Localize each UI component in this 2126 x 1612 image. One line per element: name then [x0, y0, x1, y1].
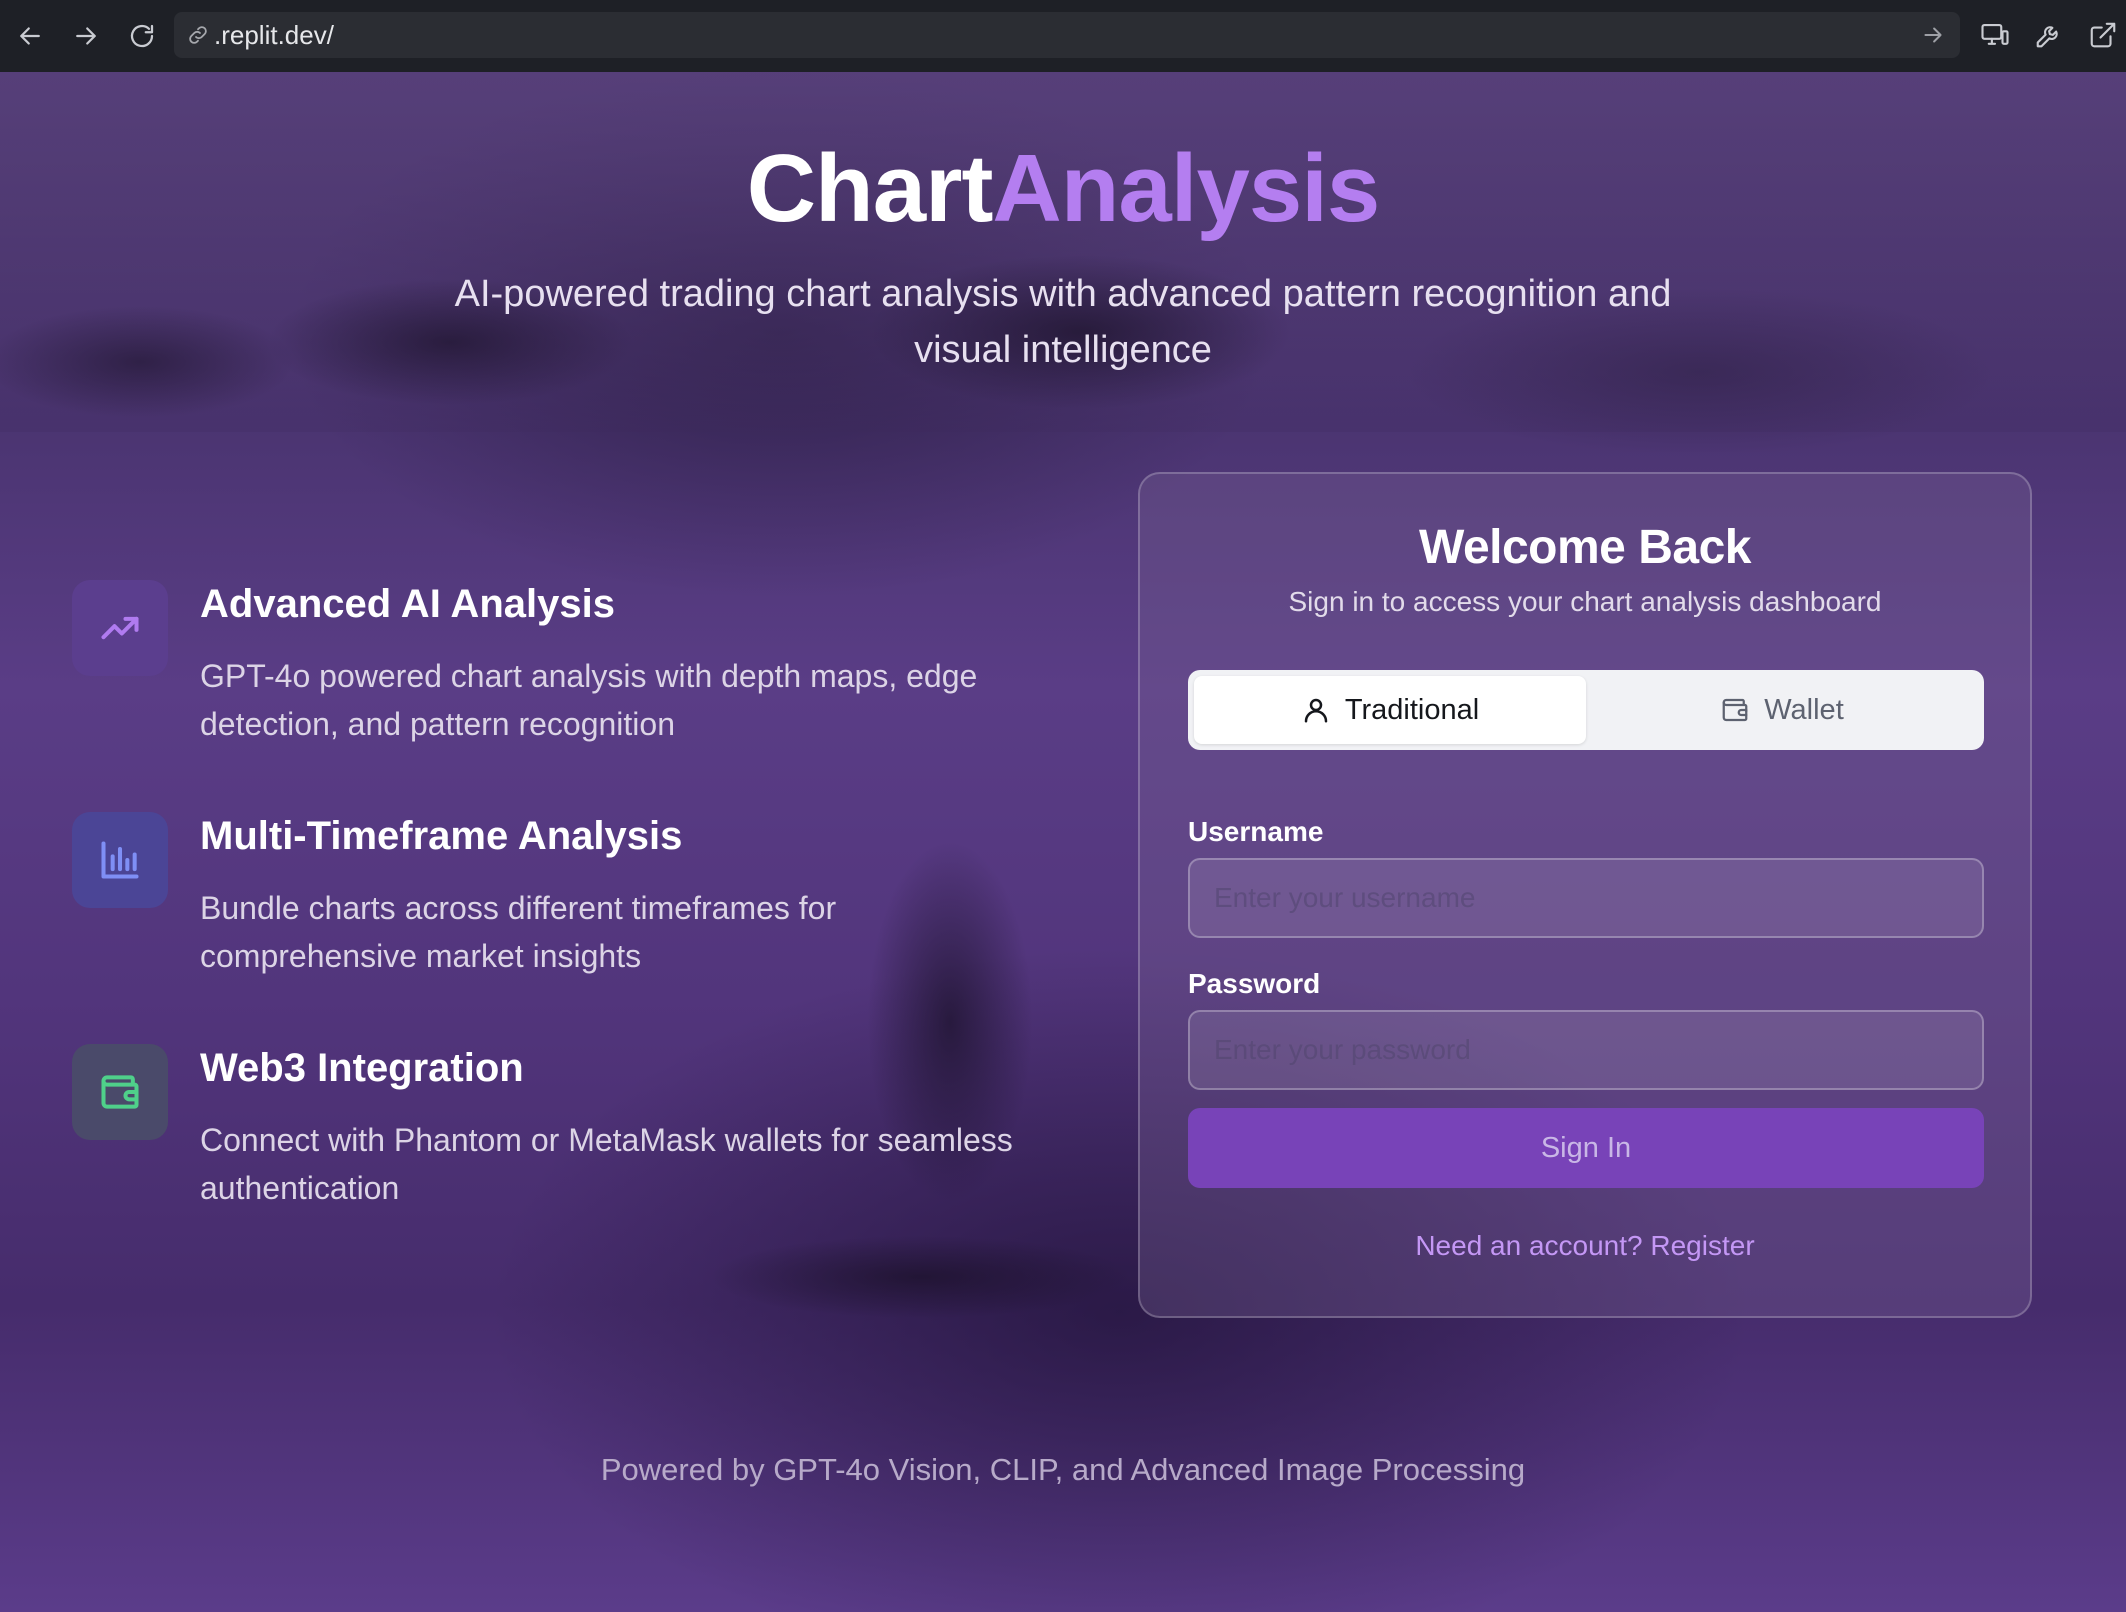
forward-button[interactable] [58, 8, 114, 64]
back-button[interactable] [2, 8, 58, 64]
tab-wallet[interactable]: Wallet [1586, 676, 1978, 744]
background-boat [640, 1222, 1200, 1332]
page-background: ChartAnalysis AI-powered trading chart a… [0, 72, 2126, 1612]
reload-button[interactable] [114, 8, 170, 64]
external-link-icon [2090, 22, 2116, 48]
wrench-icon [2036, 26, 2058, 48]
reload-icon [130, 24, 154, 48]
username-input[interactable] [1188, 858, 1984, 938]
arrow-left-icon [20, 27, 40, 45]
page-title: ChartAnalysis [0, 134, 2126, 244]
monitor-icon [1981, 23, 2009, 45]
trending-up-icon [101, 616, 139, 640]
footer-text: Powered by GPT-4o Vision, CLIP, and Adva… [600, 1452, 1526, 1487]
username-label: Username [1188, 816, 1324, 847]
login-card: Welcome Back Sign in to access your char… [1138, 472, 2032, 1318]
feature-icon-box [72, 812, 168, 908]
tab-label: Wallet [1764, 693, 1844, 726]
login-subtitle: Sign in to access your chart analysis da… [1288, 586, 1882, 617]
feature-title: Advanced AI Analysis [200, 582, 615, 626]
feature-title: Multi-Timeframe Analysis [200, 814, 683, 858]
register-link[interactable]: Need an account? Register [1140, 1230, 2030, 1262]
password-label: Password [1188, 968, 1321, 999]
open-new-tab-button[interactable] [2080, 12, 2126, 58]
devtools-button[interactable] [2026, 12, 2072, 58]
address-bar[interactable]: .replit.dev/ [174, 12, 1960, 58]
feature-description: Connect with Phantom or MetaMask wallets… [200, 1122, 1013, 1206]
browser-toolbar: .replit.dev/ [0, 0, 2126, 72]
wallet-icon [1722, 698, 1748, 722]
login-title: Welcome Back [1419, 521, 1751, 574]
feature-icon-box [72, 580, 168, 676]
tab-traditional[interactable]: Traditional [1194, 676, 1586, 744]
feature-description: GPT-4o powered chart analysis with depth… [200, 658, 978, 742]
browser-tools [1972, 12, 2126, 58]
arrow-right-icon [76, 27, 96, 45]
password-input[interactable] [1188, 1010, 1984, 1090]
tab-label: Traditional [1344, 693, 1480, 726]
login-method-tabs: Traditional Wallet [1188, 670, 1984, 750]
title-part-chart: Chart [746, 135, 994, 242]
user-icon [1304, 698, 1328, 723]
devices-button[interactable] [1972, 12, 2018, 58]
url-text: .replit.dev/ [214, 19, 334, 50]
feature-title: Web3 Integration [200, 1046, 524, 1090]
title-part-analysis: Analysis [992, 135, 1380, 242]
bar-chart-icon [101, 841, 139, 879]
link-icon [189, 26, 207, 44]
go-arrow-icon[interactable] [1920, 22, 1946, 48]
wallet-icon [101, 1075, 139, 1109]
feature-description: Bundle charts across different timeframe… [200, 890, 837, 974]
feature-icon-box [72, 1044, 168, 1140]
sign-in-button[interactable]: Sign In [1188, 1108, 1984, 1188]
page-tagline: AI-powered trading chart analysis with a… [454, 273, 1672, 371]
